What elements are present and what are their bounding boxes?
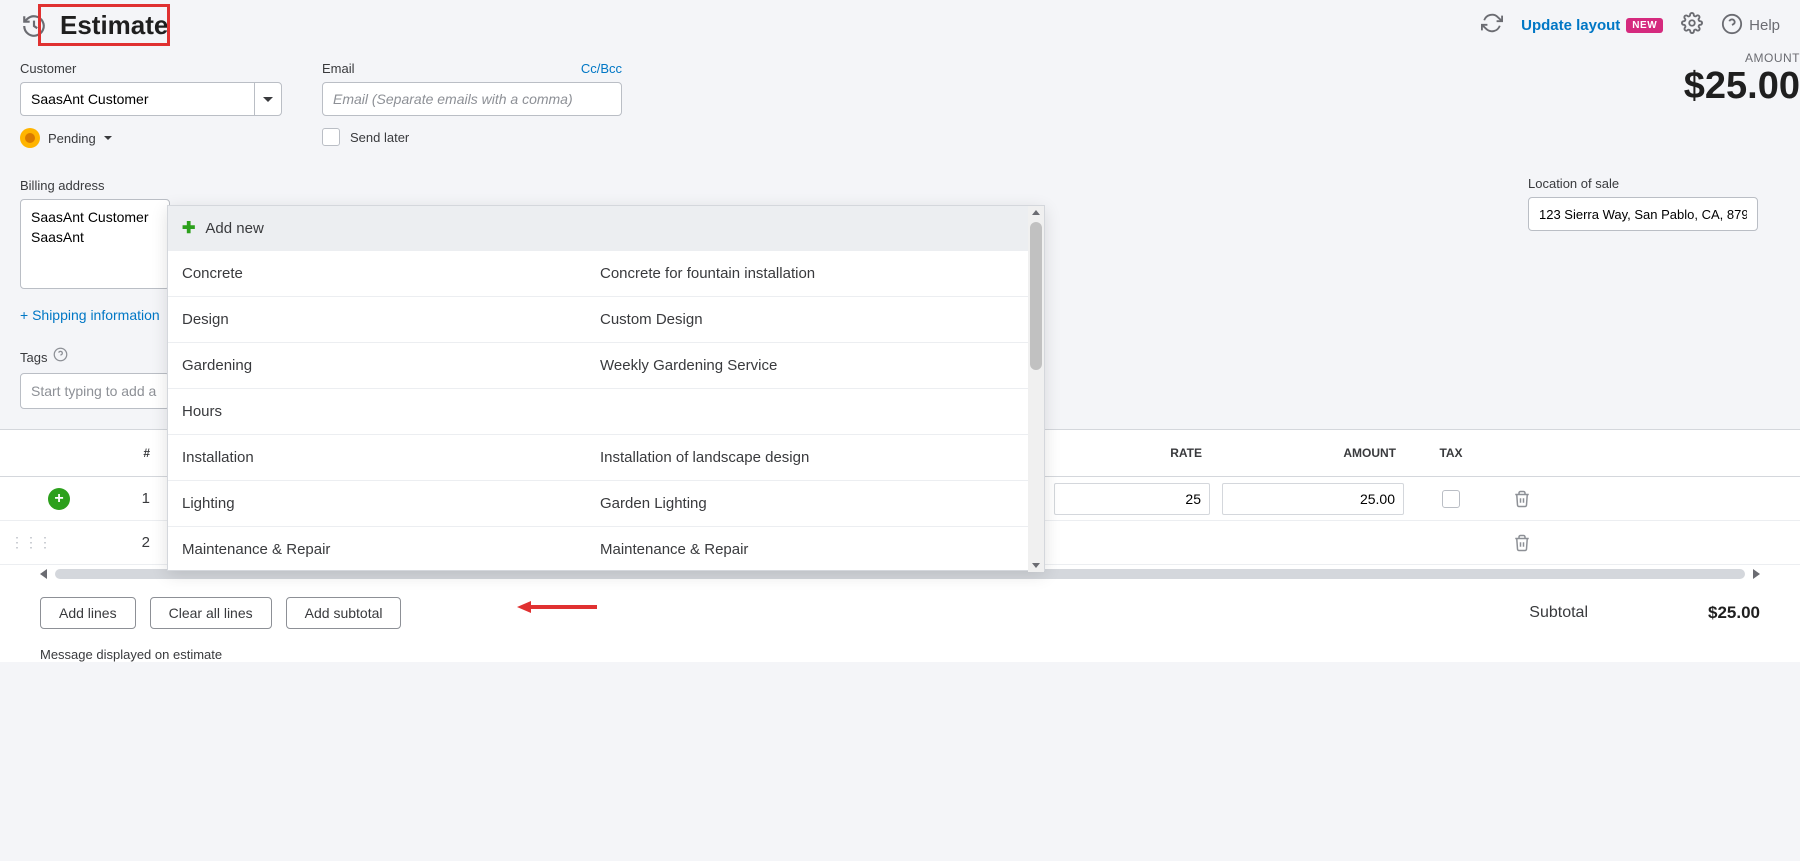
column-header-amount: AMOUNT xyxy=(1216,446,1410,460)
status-text: Pending xyxy=(48,131,96,146)
email-label: Email xyxy=(322,61,355,76)
billing-address-input[interactable] xyxy=(20,199,170,289)
dropdown-item-desc: Garden Lighting xyxy=(600,495,1030,512)
caret-down-icon xyxy=(104,136,112,140)
add-new-text: Add new xyxy=(205,220,263,237)
trash-icon[interactable] xyxy=(1492,534,1552,552)
tax-checkbox[interactable] xyxy=(1442,490,1460,508)
message-label: Message displayed on estimate xyxy=(0,643,1800,662)
status-pending-icon xyxy=(20,128,40,148)
column-header-num: # xyxy=(84,446,164,460)
scroll-down-icon xyxy=(1032,563,1040,568)
send-later-checkbox[interactable] xyxy=(322,128,340,146)
dropdown-item-desc: Custom Design xyxy=(600,311,1030,328)
location-label: Location of sale xyxy=(1528,176,1758,191)
help-link[interactable]: Help xyxy=(1721,13,1780,39)
scroll-thumb[interactable] xyxy=(1030,222,1042,370)
trash-icon[interactable] xyxy=(1492,490,1552,508)
dropdown-item-name: Lighting xyxy=(182,495,600,512)
tags-label: Tags xyxy=(20,350,47,365)
customer-input[interactable] xyxy=(20,82,254,116)
column-header-tax: TAX xyxy=(1410,446,1492,460)
dropdown-item-desc: Weekly Gardening Service xyxy=(600,357,1030,374)
dropdown-item[interactable]: Design Custom Design xyxy=(168,296,1044,342)
line-number: 1 xyxy=(84,490,164,507)
info-icon[interactable] xyxy=(53,347,68,367)
send-later-label: Send later xyxy=(350,130,409,145)
dropdown-item-desc: Installation of landscape design xyxy=(600,449,1030,466)
help-icon xyxy=(1721,13,1743,39)
clear-all-lines-button[interactable]: Clear all lines xyxy=(150,597,272,629)
ccbcc-link[interactable]: Cc/Bcc xyxy=(581,61,622,76)
dropdown-item-desc: Maintenance & Repair xyxy=(600,541,1030,558)
plus-icon: ✚ xyxy=(182,218,195,238)
billing-label: Billing address xyxy=(20,178,170,193)
drag-handle-icon[interactable]: ⋮⋮⋮ xyxy=(0,534,52,550)
dropdown-scrollbar[interactable] xyxy=(1028,206,1044,572)
new-badge: NEW xyxy=(1626,18,1663,33)
line-number: 2 xyxy=(84,534,164,551)
dropdown-item-desc xyxy=(600,403,1030,420)
subtotal-value: $25.00 xyxy=(1708,603,1760,623)
dropdown-item-name: Gardening xyxy=(182,357,600,374)
scroll-up-icon xyxy=(1032,210,1040,215)
add-lines-button[interactable]: Add lines xyxy=(40,597,136,629)
scroll-right-icon xyxy=(1753,569,1760,579)
location-input[interactable] xyxy=(1528,197,1758,231)
dropdown-item-name: Maintenance & Repair xyxy=(182,541,600,558)
amount-input[interactable] xyxy=(1222,483,1404,515)
dropdown-item[interactable]: Hours xyxy=(168,388,1044,434)
column-header-rate: RATE xyxy=(1048,446,1216,460)
rate-input[interactable] xyxy=(1054,483,1210,515)
amount-label: AMOUNT xyxy=(1684,51,1800,65)
add-new-item[interactable]: ✚ Add new xyxy=(168,206,1044,250)
dropdown-item-name: Hours xyxy=(182,403,600,420)
dropdown-item[interactable]: Gardening Weekly Gardening Service xyxy=(168,342,1044,388)
add-subtotal-button[interactable]: Add subtotal xyxy=(286,597,402,629)
dropdown-item-desc: Concrete for fountain installation xyxy=(600,265,1030,282)
status-dropdown[interactable]: Pending xyxy=(20,128,282,148)
customer-dropdown-btn[interactable] xyxy=(254,82,282,116)
dropdown-item[interactable]: Lighting Garden Lighting xyxy=(168,480,1044,526)
subtotal-label: Subtotal xyxy=(1529,604,1588,622)
email-input[interactable] xyxy=(322,82,622,116)
history-icon[interactable] xyxy=(20,12,48,40)
customer-label: Customer xyxy=(20,61,282,76)
update-layout-link[interactable]: Update layout NEW xyxy=(1521,17,1663,34)
tags-input[interactable] xyxy=(20,373,170,409)
scroll-left-icon xyxy=(40,569,47,579)
dropdown-item[interactable]: Installation Installation of landscape d… xyxy=(168,434,1044,480)
dropdown-item-name: Installation xyxy=(182,449,600,466)
add-line-button[interactable]: + xyxy=(48,488,70,510)
update-layout-text: Update layout xyxy=(1521,17,1620,34)
dropdown-item[interactable]: Maintenance & Repair Maintenance & Repai… xyxy=(168,526,1044,570)
help-text: Help xyxy=(1749,17,1780,34)
dropdown-item[interactable]: Concrete Concrete for fountain installat… xyxy=(168,250,1044,296)
gear-icon[interactable] xyxy=(1681,12,1703,39)
dropdown-item-name: Concrete xyxy=(182,265,600,282)
page-title: Estimate xyxy=(60,10,168,41)
product-dropdown-panel: ✚ Add new Concrete Concrete for fountain… xyxy=(167,205,1045,571)
refresh-icon[interactable] xyxy=(1481,12,1503,39)
dropdown-item-name: Design xyxy=(182,311,600,328)
amount-value: $25.00 xyxy=(1684,65,1800,108)
shipping-info-link[interactable]: + Shipping information xyxy=(20,307,170,323)
